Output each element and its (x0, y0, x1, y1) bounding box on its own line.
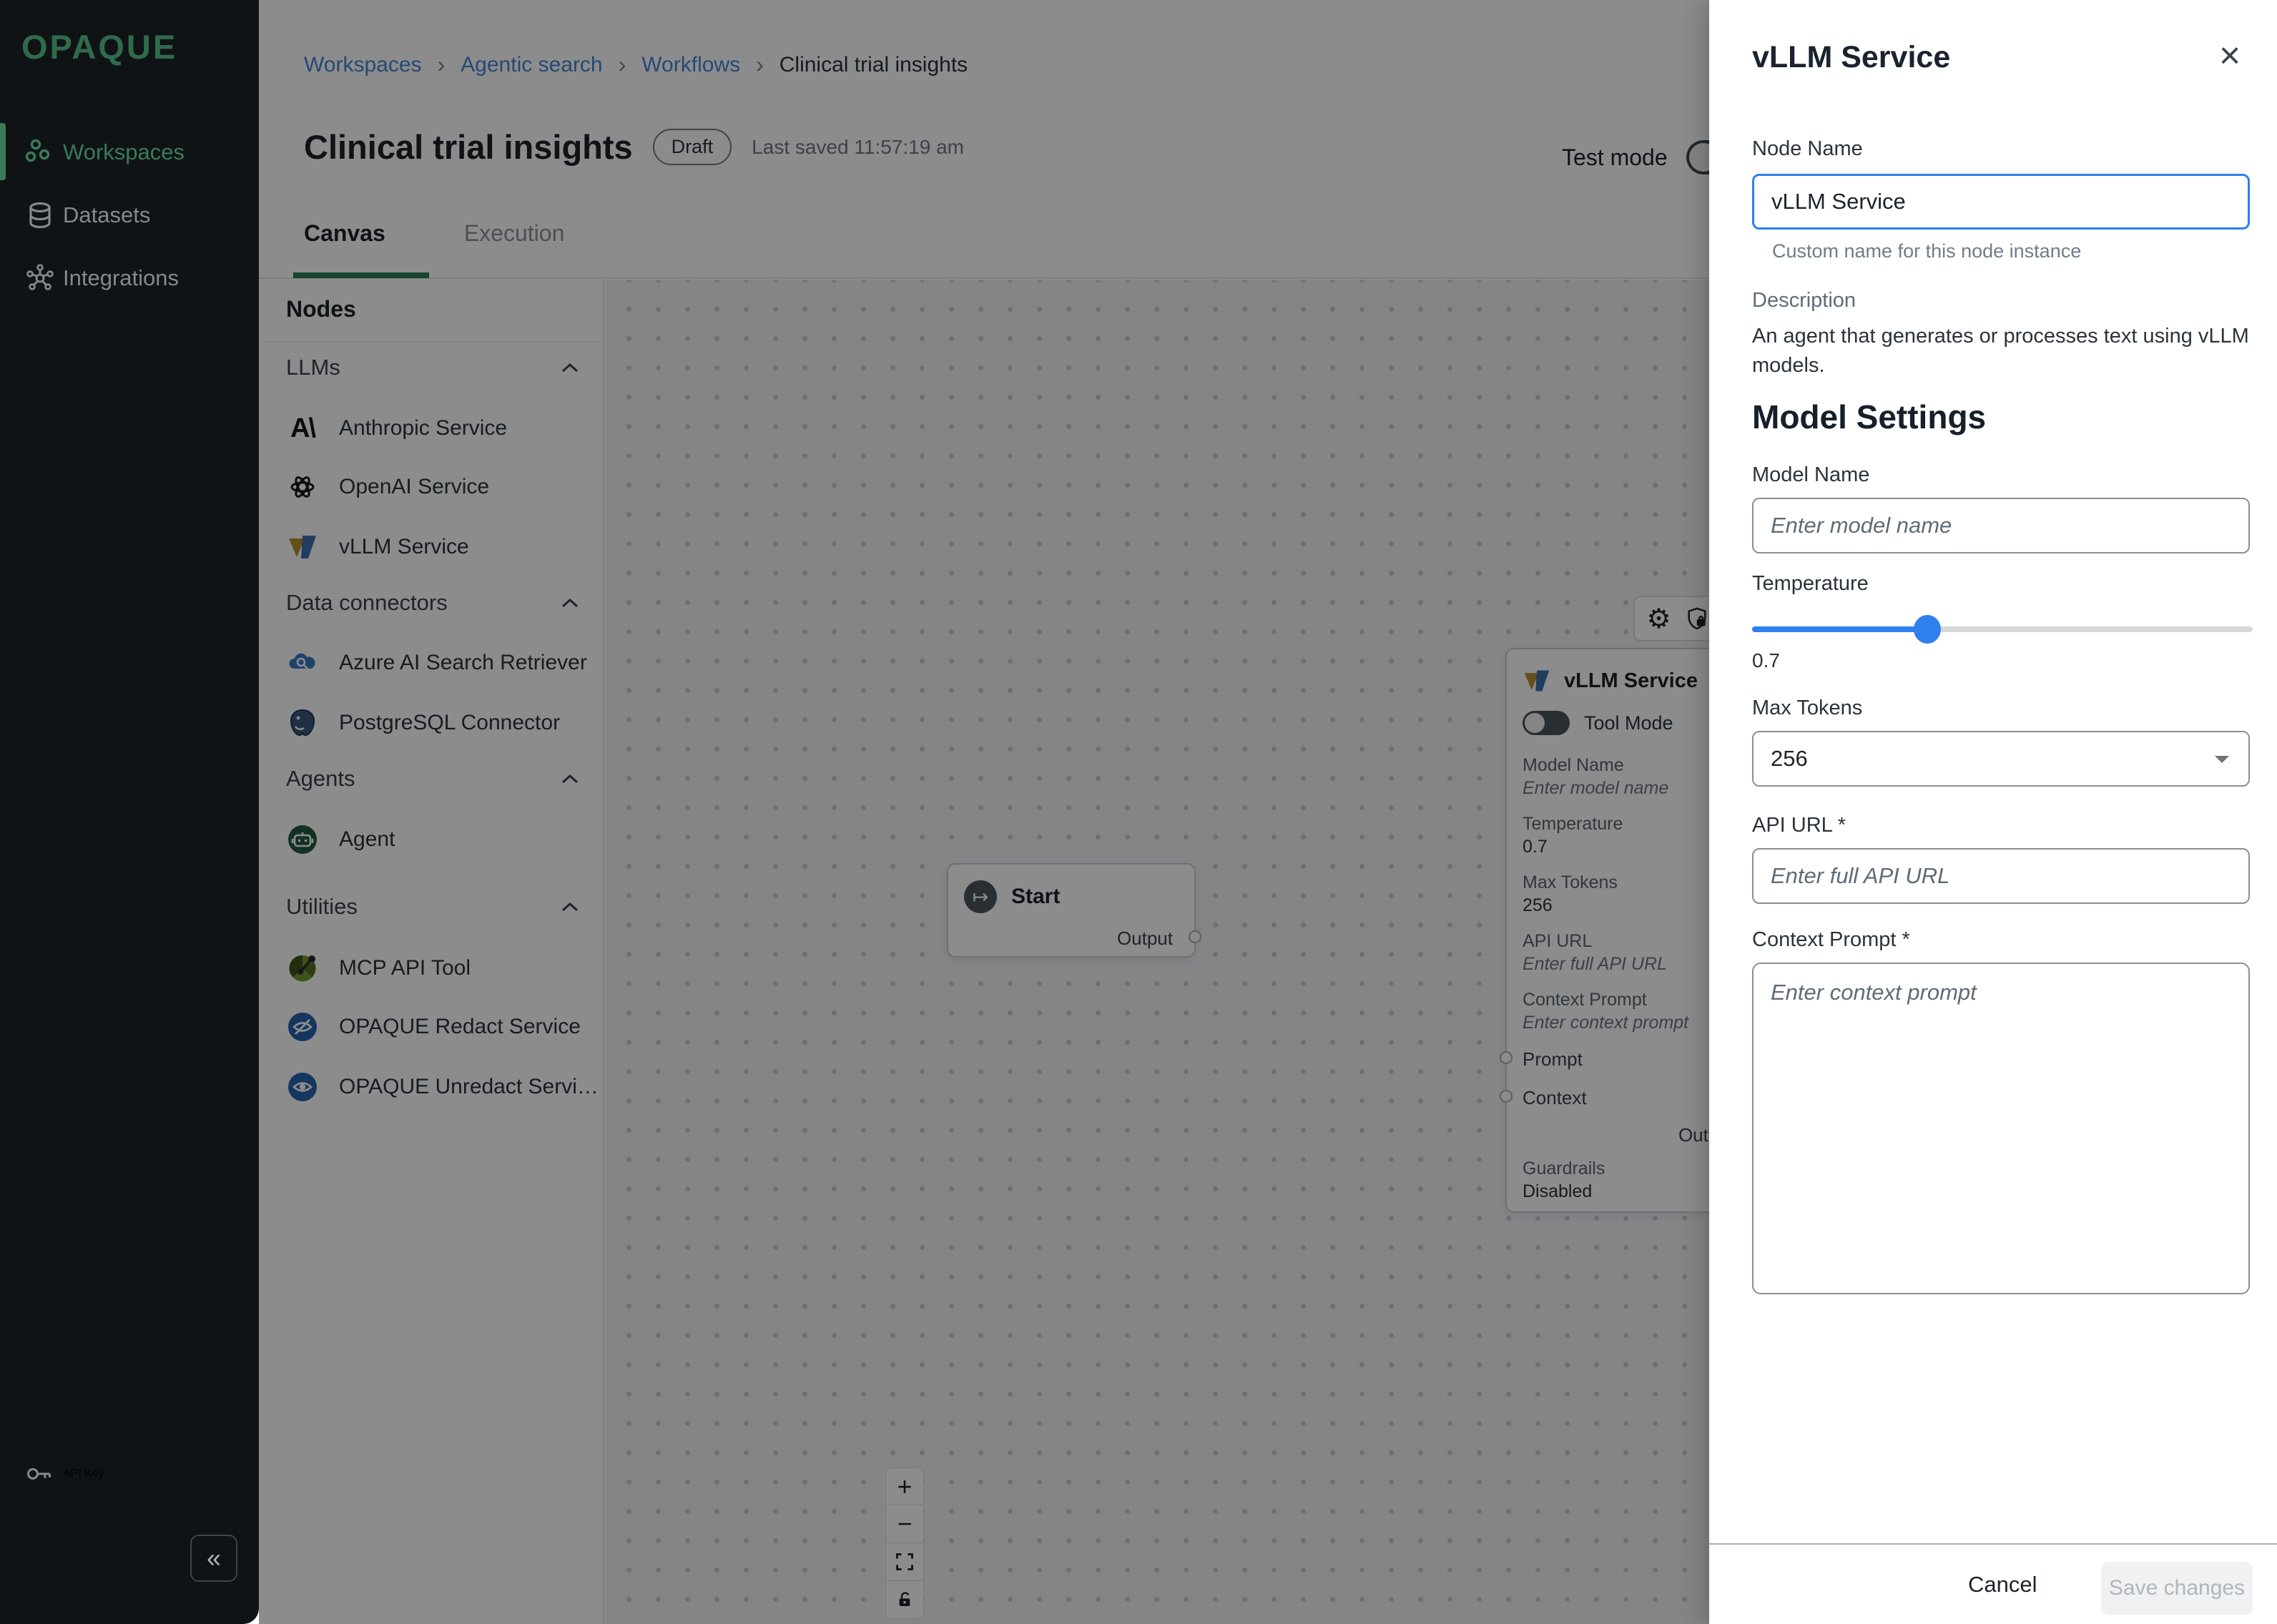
sidebar-item-label: Workspaces (63, 139, 185, 165)
model-settings-heading: Model Settings (1752, 398, 1986, 436)
temperature-slider[interactable] (1752, 626, 2253, 632)
app-window: OPAQUE Workspaces Datasets (0, 0, 2277, 1624)
sidebar-item-api-key[interactable]: API Key (0, 1446, 259, 1502)
model-name-input[interactable] (1752, 498, 2250, 553)
description-label: Description (1752, 289, 1856, 313)
api-url-input[interactable] (1752, 848, 2250, 904)
sidebar-item-datasets[interactable]: Datasets (0, 186, 259, 245)
close-icon[interactable]: × (2210, 36, 2250, 76)
slider-fill (1752, 626, 1927, 632)
integrations-icon (26, 264, 54, 292)
sidebar: OPAQUE Workspaces Datasets (0, 0, 259, 1624)
sidebar-collapse-button[interactable]: « (190, 1535, 237, 1582)
workspaces-icon (26, 138, 54, 167)
max-tokens-select[interactable]: 256 (1752, 731, 2250, 787)
context-prompt-label: Context Prompt * (1752, 928, 1910, 952)
opaque-logo: OPAQUE (21, 27, 177, 67)
node-name-label: Node Name (1752, 137, 1863, 161)
key-icon (26, 1460, 54, 1488)
api-url-label: API URL * (1752, 814, 1846, 837)
max-tokens-label: Max Tokens (1752, 697, 1862, 720)
sidebar-item-label: Datasets (63, 202, 150, 228)
drawer-title: vLLM Service (1752, 40, 1950, 75)
cancel-button[interactable]: Cancel (1968, 1572, 2037, 1598)
sidebar-item-integrations[interactable]: Integrations (0, 249, 259, 307)
node-name-input[interactable] (1752, 174, 2250, 230)
api-key-label: API Key (63, 1467, 104, 1480)
datasets-icon (26, 201, 54, 230)
description-text: An agent that generates or processes tex… (1752, 322, 2253, 380)
sidebar-item-workspaces[interactable]: Workspaces (0, 123, 259, 182)
max-tokens-value: 256 (1771, 746, 1808, 772)
node-name-helper: Custom name for this node instance (1772, 240, 2081, 262)
sidebar-item-label: Integrations (63, 265, 179, 291)
temperature-label: Temperature (1752, 572, 1869, 596)
temperature-value: 0.7 (1752, 649, 1780, 672)
save-changes-button[interactable]: Save changes (2101, 1562, 2253, 1615)
model-name-label: Model Name (1752, 463, 1869, 487)
slider-knob[interactable] (1914, 615, 1941, 644)
node-config-drawer: vLLM Service × Node Name Custom name for… (1709, 0, 2277, 1624)
chevron-down-icon (2213, 753, 2231, 764)
context-prompt-textarea[interactable] (1752, 963, 2250, 1294)
